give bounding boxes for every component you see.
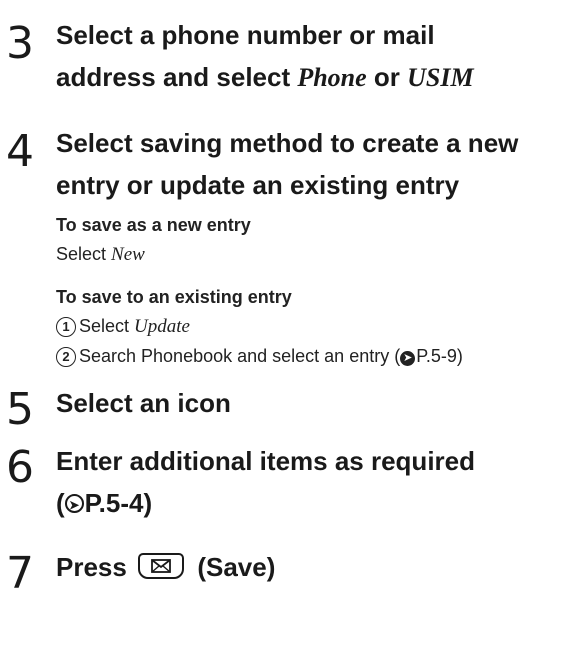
circled-number-2: 2 bbox=[56, 347, 76, 367]
step-title: Enter additional items as required (➤ P.5… bbox=[56, 440, 556, 524]
step-number: 3 bbox=[6, 18, 34, 69]
existing-entry-heading: To save to an existing entry bbox=[56, 287, 292, 307]
envelope-icon bbox=[151, 559, 171, 573]
step-title-line2: entry or update an existing entry bbox=[56, 170, 460, 200]
reference-arrow-icon: ➤ bbox=[400, 351, 416, 366]
existing-sub-step-1: 1 Select Update bbox=[56, 316, 190, 338]
circled-number-1: 1 bbox=[56, 317, 76, 337]
instruction-text: Search Phonebook and select an entry ( bbox=[79, 346, 401, 366]
step-title-line1: Select a phone number or mail bbox=[56, 20, 435, 50]
step-title: Select a phone number or mail address an… bbox=[56, 14, 556, 99]
close-paren: ) bbox=[456, 346, 463, 366]
step-number: 7 bbox=[6, 548, 34, 599]
press-label: Press bbox=[56, 552, 127, 582]
instruction-text: Select bbox=[56, 244, 112, 264]
close-paren: ) bbox=[143, 488, 153, 518]
manual-page: 3 Select a phone number or mail address … bbox=[0, 0, 564, 648]
new-entry-heading: To save as a new entry bbox=[56, 215, 251, 235]
step-title: Select an icon bbox=[56, 388, 231, 418]
open-paren: ( bbox=[56, 488, 65, 518]
step-number: 4 bbox=[6, 126, 34, 177]
page-reference: P.5-9 bbox=[416, 346, 457, 366]
step-number: 6 bbox=[6, 442, 34, 493]
reference-arrow-icon: ➤ bbox=[64, 494, 84, 513]
step-title-line1: Select saving method to create a new bbox=[56, 128, 519, 158]
save-label: (Save) bbox=[197, 552, 276, 582]
option-phone: Phone bbox=[297, 63, 367, 92]
step-number: 5 bbox=[6, 384, 34, 435]
page-reference: P.5-4 bbox=[84, 488, 144, 518]
option-usim: USIM bbox=[407, 63, 474, 92]
connector: or bbox=[366, 62, 408, 92]
step-title: Select saving method to create a new ent… bbox=[56, 122, 556, 206]
mail-key-icon bbox=[138, 553, 185, 579]
new-entry-instruction: Select New bbox=[56, 244, 145, 266]
instruction-text: Select bbox=[79, 316, 135, 336]
step-title-line1: Enter additional items as required bbox=[56, 446, 475, 476]
option-update: Update bbox=[134, 316, 190, 337]
option-new: New bbox=[111, 244, 145, 265]
step-title: Press (Save) bbox=[56, 546, 556, 588]
existing-sub-step-2: 2 Search Phonebook and select an entry (➤… bbox=[56, 346, 463, 367]
step-title-line2-prefix: address and select bbox=[56, 62, 298, 92]
